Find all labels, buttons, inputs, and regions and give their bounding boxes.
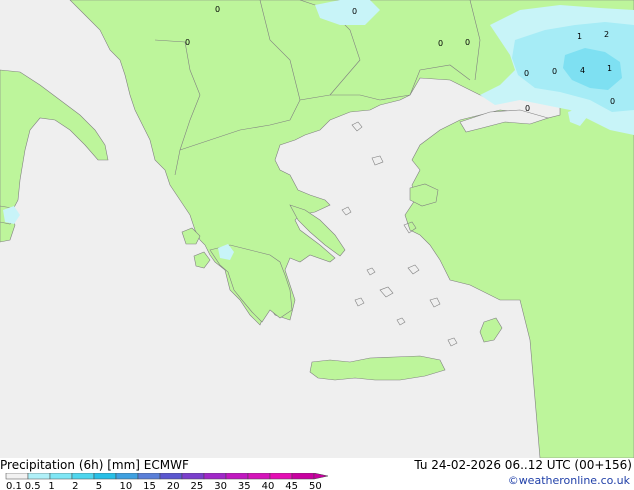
- scale-swatch: [159, 473, 183, 480]
- scale-swatch: [225, 473, 249, 480]
- scale-tick-label: 1: [48, 481, 54, 490]
- scale-tick-label: 0.5: [25, 481, 41, 490]
- scale-swatch: [71, 473, 95, 480]
- color-scale: 0.1 0.5 1 2 5 10 15 20 25 30 35 40 45 50: [5, 473, 329, 490]
- scale-tick-label: 40: [262, 481, 275, 490]
- cell-label: 0: [465, 38, 470, 47]
- cell-label: 0: [525, 104, 530, 113]
- cell-label: 1: [577, 32, 582, 41]
- scale-overflow-arrow: [313, 473, 329, 480]
- scale-swatch: [269, 473, 293, 480]
- scale-tick-label: 20: [167, 481, 180, 490]
- cell-label: 0: [215, 5, 220, 14]
- scale-swatch: [93, 473, 117, 480]
- scale-tick-label: 10: [119, 481, 132, 490]
- scale-swatch: [181, 473, 205, 480]
- scale-tick-label: 5: [96, 481, 102, 490]
- cell-label: 1: [607, 64, 612, 73]
- scale-swatch: [203, 473, 227, 480]
- cell-label: 2: [604, 30, 609, 39]
- cell-label: 0: [524, 69, 529, 78]
- scale-swatch: [247, 473, 271, 480]
- scale-tick-label: 45: [285, 481, 298, 490]
- scale-swatch: [27, 473, 51, 480]
- map-viewport: 0 0 0 0 1 2 0 0 4 1 0 0 0 Precipitation …: [0, 0, 634, 490]
- scale-tick-label: 30: [214, 481, 227, 490]
- valid-time: Tu 24-02-2026 06..12 UTC (00+156): [414, 458, 632, 472]
- scale-tick-label: 25: [191, 481, 204, 490]
- scale-tick-label: 50: [309, 481, 322, 490]
- cell-label: 0: [552, 67, 557, 76]
- precipitation-map: 0 0 0 0 1 2 0 0 4 1 0 0 0: [0, 0, 634, 458]
- scale-tick-label: 0.1: [6, 481, 22, 490]
- scale-swatch: [291, 473, 315, 480]
- cell-label: 0: [352, 7, 357, 16]
- cell-label: 4: [580, 66, 585, 75]
- credit-link[interactable]: ©weatheronline.co.uk: [508, 474, 630, 488]
- scale-tick-label: 15: [143, 481, 156, 490]
- cell-label: 0: [610, 97, 615, 106]
- map-title: Precipitation (6h) [mm] ECMWF: [0, 458, 189, 472]
- cell-label: 0: [438, 39, 443, 48]
- color-scale-swatches: [5, 473, 329, 480]
- scale-swatch: [137, 473, 161, 480]
- scale-tick-label: 2: [72, 481, 78, 490]
- scale-swatch: [49, 473, 73, 480]
- scale-tick-label: 35: [238, 481, 251, 490]
- scale-swatch: [5, 473, 29, 480]
- cell-label: 0: [185, 38, 190, 47]
- scale-swatch: [115, 473, 139, 480]
- color-scale-ticks: 0.1 0.5 1 2 5 10 15 20 25 30 35 40 45 50: [6, 481, 322, 490]
